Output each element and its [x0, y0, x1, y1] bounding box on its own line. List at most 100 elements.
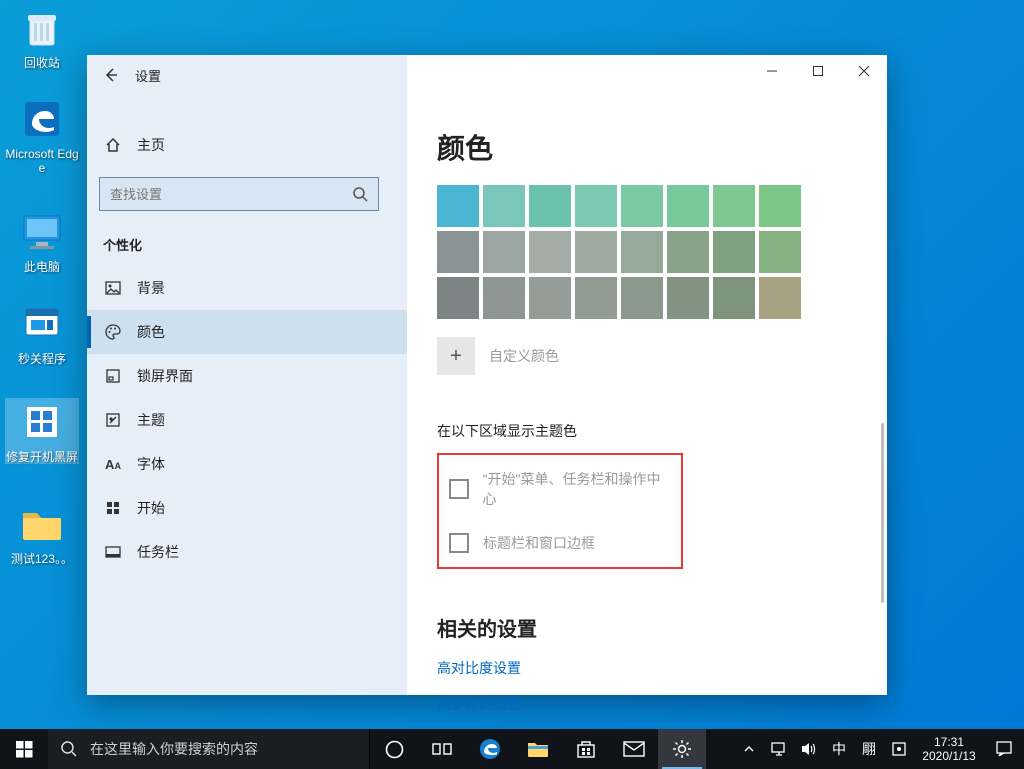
checkbox-start-accent[interactable]	[449, 479, 469, 499]
tray-volume[interactable]	[794, 729, 824, 769]
nav-background[interactable]: 背景	[87, 266, 407, 310]
tray-clock[interactable]: 17:31 2020/1/13	[914, 735, 984, 763]
desktop-icon-label: 测试123。。	[5, 552, 79, 566]
start-icon	[103, 500, 123, 516]
notification-icon	[995, 740, 1013, 758]
link-high-contrast[interactable]: 高对比度设置	[437, 658, 521, 678]
taskbar-file-explorer[interactable]	[514, 729, 562, 769]
tray-ime-toggle[interactable]	[884, 729, 914, 769]
desktop-icon-fix-blackscreen[interactable]: 修复开机黑屏	[5, 398, 79, 464]
ime-icon	[892, 742, 906, 756]
color-swatch[interactable]	[667, 231, 709, 273]
chevron-up-icon	[744, 745, 754, 753]
arrow-left-icon	[103, 67, 119, 83]
palette-icon	[103, 324, 123, 340]
nav-theme[interactable]: 主题	[87, 398, 407, 442]
theme-icon	[103, 412, 123, 428]
task-view-button[interactable]	[418, 729, 466, 769]
color-swatch[interactable]	[759, 185, 801, 227]
swatch-row	[437, 231, 887, 273]
color-swatch[interactable]	[667, 277, 709, 319]
swatch-row	[437, 277, 887, 319]
nav-lockscreen[interactable]: 锁屏界面	[87, 354, 407, 398]
search-box[interactable]	[99, 177, 379, 211]
color-swatch[interactable]	[483, 277, 525, 319]
color-swatch[interactable]	[713, 231, 755, 273]
custom-color-label: 自定义颜色	[489, 346, 559, 366]
checkbox-row-start: "开始"菜单、任务栏和操作中心	[449, 469, 669, 509]
nav-taskbar[interactable]: 任务栏	[87, 530, 407, 574]
tray-ime-lang[interactable]: 中	[824, 729, 854, 769]
search-input[interactable]	[100, 187, 378, 202]
settings-sidebar: 设置 主页 个性化 背景	[87, 55, 407, 695]
nav-start[interactable]: 开始	[87, 486, 407, 530]
back-button[interactable]	[87, 55, 135, 95]
folder-icon	[527, 740, 549, 758]
swatch-row	[437, 185, 887, 227]
desktop-icon-label: Microsoft Edge	[5, 147, 79, 175]
color-swatch[interactable]	[437, 277, 479, 319]
desktop-icon-edge[interactable]: Microsoft Edge	[5, 95, 79, 175]
color-swatch[interactable]	[759, 231, 801, 273]
color-swatch[interactable]	[621, 277, 663, 319]
close-icon	[858, 65, 870, 77]
color-swatch[interactable]	[713, 277, 755, 319]
taskbar: 在这里输入你要搜索的内容 中 翢 17:31 2020/1/13	[0, 729, 1024, 769]
taskbar-store[interactable]	[562, 729, 610, 769]
scrollbar-thumb[interactable]	[881, 423, 884, 603]
color-swatch[interactable]	[529, 277, 571, 319]
settings-content: 颜色 + 自定义颜色 在以下区域显示主题色 "开始"菜单、任务栏和操作中心 标题…	[407, 55, 887, 695]
search-container	[87, 165, 407, 225]
taskbar-mail[interactable]	[610, 729, 658, 769]
windows-logo-icon	[16, 741, 33, 758]
maximize-button[interactable]	[795, 55, 841, 87]
color-swatch[interactable]	[437, 231, 479, 273]
nav-label: 背景	[137, 278, 165, 298]
color-swatch[interactable]	[759, 277, 801, 319]
tray-overflow[interactable]	[734, 729, 764, 769]
color-swatch[interactable]	[575, 277, 617, 319]
desktop-icon-test-folder[interactable]: 测试123。。	[5, 500, 79, 566]
taskbar-edge[interactable]	[466, 729, 514, 769]
taskbar-settings[interactable]	[658, 729, 706, 769]
home-button[interactable]: 主页	[87, 125, 407, 165]
desktop-icon-this-pc[interactable]: 此电脑	[5, 208, 79, 274]
window-title: 设置	[135, 66, 161, 85]
folder-icon	[18, 500, 66, 548]
font-icon: AA	[103, 457, 123, 472]
color-swatch[interactable]	[621, 231, 663, 273]
custom-color-button[interactable]: +	[437, 337, 475, 375]
close-program-icon	[18, 300, 66, 348]
taskbar-search[interactable]: 在这里输入你要搜索的内容	[48, 729, 370, 769]
start-button[interactable]	[0, 729, 48, 769]
tray-network[interactable]	[764, 729, 794, 769]
window-titlebar: 设置	[87, 55, 407, 95]
store-icon	[576, 739, 596, 759]
color-swatch[interactable]	[483, 231, 525, 273]
nav-label: 字体	[137, 454, 165, 474]
color-swatch[interactable]	[713, 185, 755, 227]
color-swatch[interactable]	[483, 185, 525, 227]
cortana-button[interactable]	[370, 729, 418, 769]
nav-label: 任务栏	[137, 542, 179, 562]
tray-action-center[interactable]	[984, 740, 1024, 758]
desktop-icon-close-program[interactable]: 秒关程序	[5, 300, 79, 366]
color-swatch[interactable]	[437, 185, 479, 227]
close-button[interactable]	[841, 55, 887, 87]
color-swatch[interactable]	[575, 231, 617, 273]
desktop-icon-recycle-bin[interactable]: 回收站	[5, 4, 79, 70]
nav-font[interactable]: AA 字体	[87, 442, 407, 486]
link-sync-settings[interactable]: 同步你的设置	[437, 694, 521, 714]
color-swatch[interactable]	[575, 185, 617, 227]
color-swatch[interactable]	[667, 185, 709, 227]
taskbar-pinned	[370, 729, 706, 769]
minimize-button[interactable]	[749, 55, 795, 87]
tray-ime-mode[interactable]: 翢	[854, 729, 884, 769]
lockscreen-icon	[103, 368, 123, 384]
color-swatch[interactable]	[621, 185, 663, 227]
system-tray: 中 翢 17:31 2020/1/13	[734, 729, 1024, 769]
color-swatch[interactable]	[529, 185, 571, 227]
color-swatch[interactable]	[529, 231, 571, 273]
checkbox-titlebar-accent[interactable]	[449, 533, 469, 553]
nav-color[interactable]: 颜色	[87, 310, 407, 354]
